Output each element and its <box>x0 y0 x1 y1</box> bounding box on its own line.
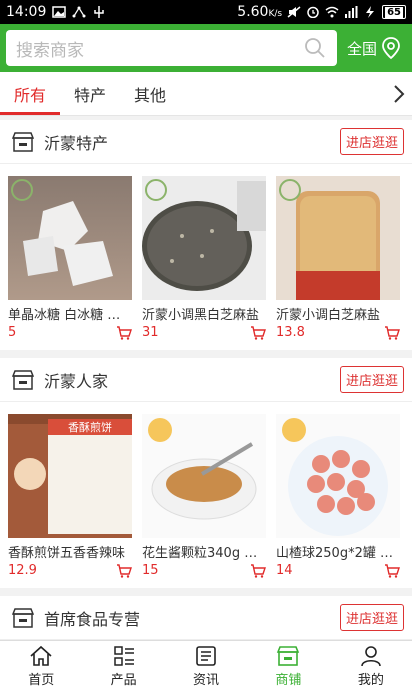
status-bar: 14:09 5.60K/s 65 <box>0 0 412 24</box>
product-name: 花生酱颗粒340g 火锅 <box>142 546 266 561</box>
cart-icon[interactable] <box>116 325 132 340</box>
product-image[interactable] <box>142 414 266 538</box>
shop-card: 首席食品专营 进店逛逛 <box>0 596 412 640</box>
visit-store-button[interactable]: 进店逛逛 <box>339 604 404 631</box>
cart-icon[interactable] <box>250 563 266 578</box>
product-price: 14 <box>276 563 293 578</box>
cart-icon[interactable] <box>116 563 132 578</box>
nav-home[interactable]: 首页 <box>0 641 82 691</box>
search-icon[interactable] <box>303 36 327 60</box>
home-icon <box>30 645 52 666</box>
nav-products[interactable]: 产品 <box>82 641 164 691</box>
network-speed: 5.60K/s <box>237 4 283 20</box>
product-price: 31 <box>142 325 159 340</box>
product-image[interactable] <box>142 176 266 300</box>
shop-list: 沂蒙特产 进店逛逛 单晶冰糖 白冰糖 冰糖 5 沂蒙小调黑白芝麻盐 31 沂蒙小… <box>0 120 412 640</box>
cart-icon[interactable] <box>250 325 266 340</box>
product-card[interactable]: 沂蒙小调白芝麻盐 13.8 <box>276 176 400 340</box>
search-box[interactable]: 搜索商家 <box>6 30 337 66</box>
news-icon <box>196 645 216 666</box>
product-price: 12.9 <box>8 563 37 578</box>
product-row: 单晶冰糖 白冰糖 冰糖 5 沂蒙小调黑白芝麻盐 31 沂蒙小调白芝麻盐 13.8 <box>0 164 412 350</box>
product-card[interactable]: 沂蒙小调黑白芝麻盐 31 <box>142 176 266 340</box>
region-label: 全国 <box>347 39 378 58</box>
shop-header: 沂蒙特产 进店逛逛 <box>0 120 412 164</box>
product-price: 15 <box>142 563 159 578</box>
nav-stores[interactable]: 商铺 <box>247 641 329 691</box>
shop-header: 首席食品专营 进店逛逛 <box>0 596 412 640</box>
product-image[interactable] <box>8 176 132 300</box>
package-title: 香酥煎饼 <box>68 420 112 434</box>
image-notification-icon <box>52 6 67 18</box>
shop-card: 沂蒙特产 进店逛逛 单晶冰糖 白冰糖 冰糖 5 沂蒙小调黑白芝麻盐 31 沂蒙小… <box>0 120 412 350</box>
shop-name: 首席食品专营 <box>44 609 141 629</box>
product-card[interactable]: 花生酱颗粒340g 火锅 15 <box>142 414 266 578</box>
visit-store-button[interactable]: 进店逛逛 <box>339 366 404 393</box>
product-name: 沂蒙小调黑白芝麻盐 <box>142 308 260 323</box>
chevron-right-icon <box>394 84 405 103</box>
header-bar: 搜索商家 全国 <box>0 24 412 72</box>
charging-icon <box>366 6 375 18</box>
usb-icon <box>94 6 105 18</box>
product-image[interactable] <box>276 414 400 538</box>
product-price: 5 <box>8 325 17 340</box>
shop-card: 沂蒙人家 进店逛逛 香酥煎饼 香酥煎饼五香香辣味 12.9 花生酱颗粒340g … <box>0 358 412 588</box>
nav-news[interactable]: 资讯 <box>165 641 247 691</box>
region-selector[interactable]: 全国 <box>347 37 401 59</box>
product-row: 香酥煎饼 香酥煎饼五香香辣味 12.9 花生酱颗粒340g 火锅 15 山楂球2… <box>0 402 412 588</box>
store-icon <box>12 131 34 152</box>
tab-other[interactable]: 其他 <box>120 72 180 115</box>
cart-icon[interactable] <box>384 563 400 578</box>
product-price: 13.8 <box>276 325 305 340</box>
product-name: 山楂球250g*2罐 雪球 <box>276 546 400 561</box>
store-icon <box>277 645 300 666</box>
shop-name: 沂蒙特产 <box>44 133 109 153</box>
product-name: 沂蒙小调白芝麻盐 <box>276 308 381 323</box>
wifi-icon <box>325 6 339 18</box>
search-input[interactable]: 搜索商家 <box>16 36 303 61</box>
category-tabs: 所有 特产 其他 <box>0 72 412 116</box>
store-icon <box>12 369 34 390</box>
status-time: 14:09 <box>6 4 47 20</box>
store-icon <box>12 607 34 628</box>
bottom-nav: 首页 产品 资讯 商铺 我的 <box>0 640 412 691</box>
alarm-icon <box>307 6 319 18</box>
shop-header: 沂蒙人家 进店逛逛 <box>0 358 412 402</box>
cart-icon[interactable] <box>384 325 400 340</box>
nav-mine[interactable]: 我的 <box>330 641 412 691</box>
visit-store-button[interactable]: 进店逛逛 <box>339 128 404 155</box>
product-name: 香酥煎饼五香香辣味 <box>8 546 126 561</box>
product-card[interactable]: 单晶冰糖 白冰糖 冰糖 5 <box>8 176 132 340</box>
location-pin-icon <box>382 37 400 59</box>
user-icon <box>361 645 381 666</box>
share-notification-icon <box>72 6 86 18</box>
product-card[interactable]: 山楂球250g*2罐 雪球 14 <box>276 414 400 578</box>
product-name: 单晶冰糖 白冰糖 冰糖 <box>8 308 132 323</box>
mute-icon <box>287 6 301 18</box>
product-image[interactable] <box>276 176 400 300</box>
signal-icon <box>345 6 358 18</box>
shop-name: 沂蒙人家 <box>44 371 109 391</box>
product-image[interactable]: 香酥煎饼 <box>8 414 132 538</box>
battery-indicator: 65 <box>382 5 406 19</box>
tab-all[interactable]: 所有 <box>0 72 61 115</box>
product-card[interactable]: 香酥煎饼 香酥煎饼五香香辣味 12.9 <box>8 414 132 578</box>
tabs-more-button[interactable] <box>386 72 412 115</box>
grid-icon <box>113 645 134 666</box>
tab-specialty[interactable]: 特产 <box>60 72 120 115</box>
